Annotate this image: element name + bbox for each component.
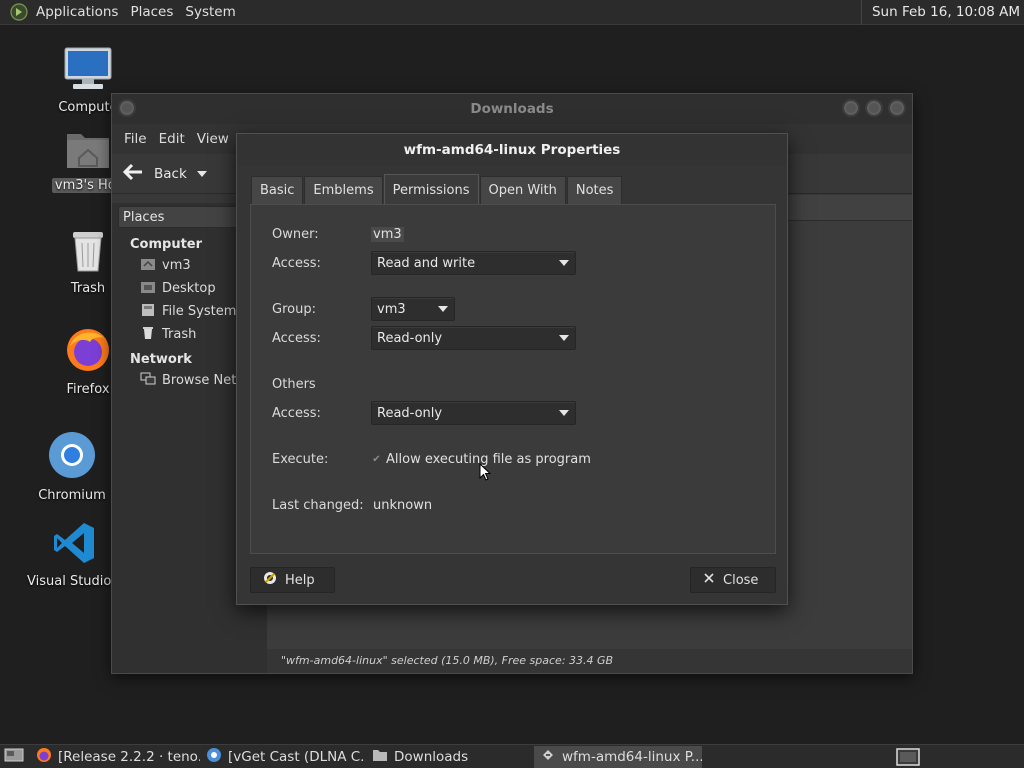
window-title: Downloads [470,101,554,117]
group-access-select[interactable]: Read-only [371,326,576,350]
owner-access-select[interactable]: Read and write [371,251,576,275]
task-downloads[interactable]: Downloads [366,746,534,768]
help-button-label: Help [285,572,315,588]
taskbar: [Release 2.2.2 · teno... [vGet Cast (DLN… [0,744,1024,768]
permissions-panel: Owner: vm3 Access: Read and write Group:… [250,204,776,554]
home-icon [140,257,156,275]
chevron-down-icon[interactable] [196,170,207,177]
others-label: Others [272,377,316,392]
back-label: Back [154,165,187,182]
tab-bar: Basic Emblems Permissions Open With Note… [251,174,623,204]
execute-label: Execute: [272,452,329,467]
tab-notes[interactable]: Notes [566,176,623,204]
status-bar: "wfm-amd64-linux" selected (15.0 MB), Fr… [267,649,912,673]
window-titlebar[interactable]: Downloads [112,94,912,124]
tab-emblems[interactable]: Emblems [304,176,383,204]
help-icon [263,571,277,589]
mouse-cursor-icon [479,462,492,485]
owner-value: vm3 [371,227,404,242]
applications-menu[interactable]: Applications [30,0,124,25]
chevron-down-icon [559,410,569,416]
show-desktop-button[interactable] [0,746,30,768]
show-desktop-icon [4,747,24,767]
menu-edit[interactable]: Edit [153,131,191,147]
desktop-icon-chromium[interactable]: Chromium [22,430,122,503]
computer-icon [38,46,138,96]
desktop-icon-label: Trash [70,281,106,296]
trash-icon [140,326,156,344]
workspace-switcher[interactable] [896,748,920,768]
task-label: Downloads [394,748,469,765]
last-changed-value: unknown [373,498,433,513]
minimize-button[interactable] [842,99,860,117]
desktop-icon-label: Chromium [38,488,106,503]
desktop-icon-label: Firefox [66,382,110,397]
tab-permissions[interactable]: Permissions [383,174,479,204]
browser-icon [206,747,222,767]
last-changed-label: Last changed: [272,498,364,513]
chevron-down-icon [559,335,569,341]
places-menu[interactable]: Places [124,0,179,25]
places-selector-label: Places [123,209,165,225]
others-access-select[interactable]: Read-only [371,401,576,425]
checkmark-icon: ✔ [372,454,381,465]
sidebar-item-label: Trash [162,327,197,342]
owner-access-value: Read and write [377,255,476,271]
sidebar-item-label: Browse Net. [162,373,241,388]
location-bar-area [788,195,912,221]
owner-label: Owner: [272,227,319,242]
chromium-icon [22,430,122,484]
close-button-label: Close [723,572,759,588]
tab-basic[interactable]: Basic [251,176,304,204]
maximize-button[interactable] [865,99,883,117]
close-button[interactable]: Close [690,567,776,593]
clock[interactable]: Sun Feb 16, 10:08 AM [860,0,1024,25]
drive-icon [140,303,156,321]
sidebar-item-label: Desktop [162,281,216,296]
menu-file[interactable]: File [118,131,153,147]
dialog-title: wfm-amd64-linux Properties [237,134,787,166]
sidebar-item-label: File System [162,304,237,319]
desktop-icon [140,280,156,298]
group-label: Group: [272,302,316,317]
help-button[interactable]: Help [250,567,335,593]
task-firefox-release[interactable]: [Release 2.2.2 · teno... [30,746,200,768]
chevron-down-icon [438,306,448,312]
task-label: [Release 2.2.2 · teno... [58,748,200,765]
menu-view[interactable]: View [191,131,235,147]
group-access-label: Access: [272,331,321,346]
properties-icon [540,748,556,766]
top-panel: Applications Places System Sun Feb 16, 1… [0,0,1024,25]
back-button[interactable]: Back [122,163,207,185]
group-access-value: Read-only [377,330,443,346]
back-arrow-icon [122,163,144,185]
group-select[interactable]: vm3 [371,297,455,321]
properties-dialog[interactable]: wfm-amd64-linux Properties Basic Emblems… [236,133,788,605]
others-access-label: Access: [272,406,321,421]
tab-open-with[interactable]: Open With [479,176,566,204]
task-properties-dialog[interactable]: wfm-amd64-linux P... [534,745,702,768]
vscode-icon [24,520,124,570]
task-label: [vGet Cast (DLNA C... [228,748,366,765]
folder-icon [372,748,388,766]
distro-logo-icon[interactable] [8,1,30,23]
task-label: wfm-amd64-linux P... [562,748,702,765]
close-icon [703,572,715,588]
chevron-down-icon [559,260,569,266]
sidebar-item-label: vm3 [162,258,191,273]
group-value: vm3 [377,301,406,317]
system-menu[interactable]: System [179,0,241,25]
network-icon [140,372,156,390]
others-access-value: Read-only [377,405,443,421]
close-window-button[interactable] [888,99,906,117]
desktop-icon-vscode[interactable]: Visual Studio Co [24,520,133,589]
firefox-icon [36,747,52,767]
task-vget-cast[interactable]: [vGet Cast (DLNA C... [200,746,366,768]
owner-access-label: Access: [272,256,321,271]
